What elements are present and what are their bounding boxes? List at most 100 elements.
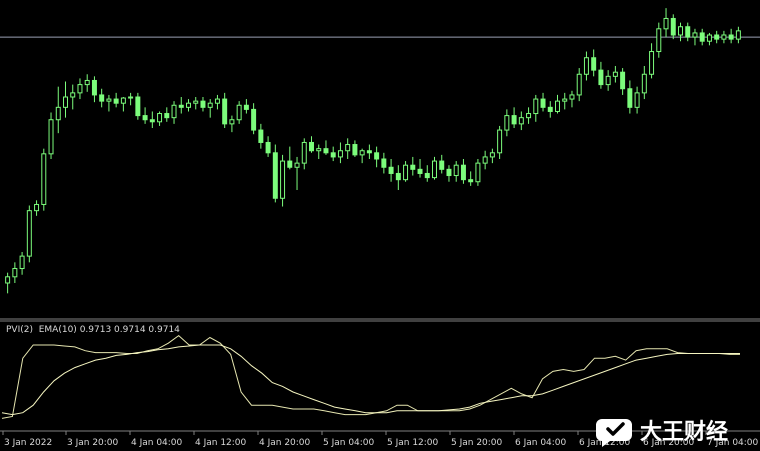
candle-body [243,104,249,110]
x-tick-label: 6 Jan 04:00 [515,438,567,448]
candle-body [70,92,76,98]
candle-body [670,17,676,36]
x-tick-label: 5 Jan 04:00 [323,438,375,448]
indicator-name: PVI(2) [6,325,33,335]
x-tick-label: 4 Jan 20:00 [259,438,311,448]
candle-body [345,144,351,152]
candle-body [55,106,61,121]
candle-body [229,119,235,125]
candle-body [504,115,510,131]
candle [26,205,32,263]
candle-body [605,75,611,86]
candle-body [482,156,488,164]
candle-body [258,129,264,143]
candle-body [157,113,163,123]
candle-body [721,34,727,40]
candle-body [99,94,105,102]
candle-body [287,160,293,168]
candle-body [540,98,546,108]
candle-body [120,97,126,104]
candle-body [84,79,90,86]
candle-body [26,210,32,257]
candle-body [489,152,495,158]
indicator-values: 0.9713 0.9714 0.9714 [79,325,180,335]
candle-body [627,88,633,108]
candle-body [555,100,560,112]
candle-body [12,268,18,278]
candle-body [475,162,481,183]
chart-canvas: 3 Jan 2022 3 Jan 20:00 4 Jan 04:00 4 Jan 12… [0,0,760,451]
x-tick-label: 4 Jan 12:00 [195,438,247,448]
candle [272,144,278,203]
candle-body [381,158,387,168]
x-tick-label: 5 Jan 20:00 [451,438,503,448]
x-tick-label: 5 Jan 12:00 [387,438,439,448]
candle-body [410,164,416,170]
candle-body [685,26,691,38]
watermark-logo: 大王财经 [596,419,728,447]
candle-body [48,119,54,155]
candle-body [591,57,597,71]
candle-body [583,57,589,75]
candle-body [142,115,148,121]
candle-body [41,153,47,205]
candle-body [265,141,271,154]
candle-body [460,164,466,181]
candle-body [186,102,191,108]
chat-bubble-logo-icon [596,419,632,447]
candle-body [113,98,119,104]
candle [48,112,54,159]
candle-body [214,98,220,104]
candle-body [77,84,83,94]
candle-body [706,34,712,42]
candle [670,14,676,40]
candle-body [301,141,307,164]
candle-body [547,106,553,112]
candle-body [207,102,213,108]
candle-body [374,152,380,160]
candle-body [395,172,401,181]
candle-body [446,168,452,177]
candle-body [576,73,582,96]
x-tick-label: 4 Jan 04:00 [131,438,183,448]
x-tick-label: 3 Jan 20:00 [67,438,119,448]
candle-body [432,160,437,179]
candle [41,148,47,211]
candle-body [251,108,257,131]
candle-body [316,148,322,152]
candle-body [193,100,199,104]
candle-body [526,113,532,119]
ema-label: EMA(10) [38,325,77,335]
candle-body [34,203,40,212]
candle-body [497,129,503,154]
candle-body [439,160,445,170]
candle-body [417,168,423,174]
candle-body [692,32,698,38]
watermark-text: 大王财经 [640,419,728,445]
candle-body [453,164,459,177]
candle-body [309,141,314,152]
candle-body [569,94,575,100]
candle-body [649,51,655,75]
candle-body [178,104,184,108]
candle-body [171,104,177,119]
candle-body [280,160,286,199]
candle-body [562,98,568,102]
candle [475,159,481,186]
candle-body [359,150,365,156]
candle-body [403,164,409,181]
candle-body [272,152,278,199]
candle-body [518,117,524,125]
candle-body [366,150,372,154]
candle-body [424,172,430,179]
candle-body [714,34,720,40]
candle-body [135,96,141,117]
candle-body [533,98,539,115]
candle-body [337,150,343,158]
candle-body [149,119,155,123]
candle-body [735,30,741,40]
chart-background [0,0,760,451]
x-tick-label: 3 Jan 2022 [4,438,52,448]
candle-body [678,26,683,36]
candle-body [388,166,394,174]
